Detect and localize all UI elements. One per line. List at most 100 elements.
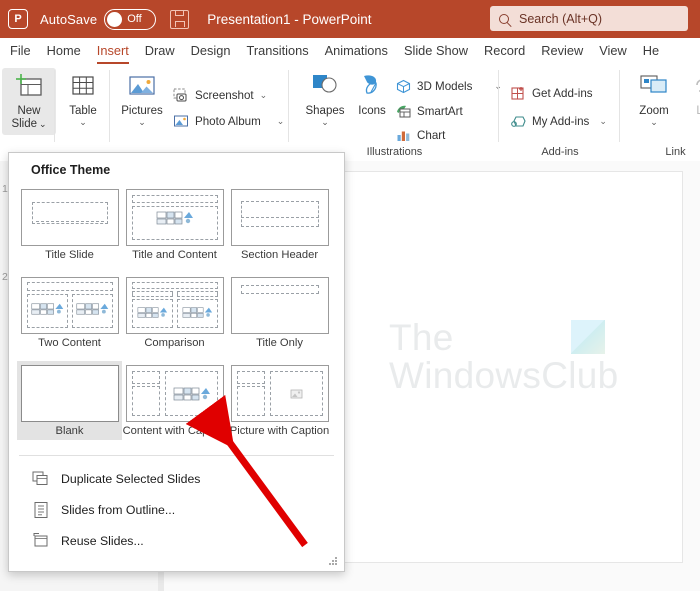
link-button[interactable]: Lin ⌄ <box>677 70 700 126</box>
layout-label: Section Header <box>240 249 319 261</box>
chevron-down-icon[interactable]: ⌄ <box>298 118 352 127</box>
chevron-down-icon[interactable]: ⌄ <box>56 118 110 127</box>
table-icon <box>56 70 110 102</box>
chevron-down-icon[interactable]: ⌄ <box>627 118 681 127</box>
layout-preview <box>125 277 224 334</box>
chart-button[interactable]: Chart <box>395 128 445 143</box>
powerpoint-logo-icon: P <box>8 9 28 29</box>
tab-view[interactable]: View <box>599 43 627 61</box>
3d-models-button[interactable]: 3D Models ⌄ <box>395 79 502 94</box>
chevron-down-icon[interactable]: ⌄ <box>260 90 268 101</box>
layout-two-content[interactable]: Two Content <box>17 273 122 352</box>
layout-content-with-caption[interactable]: Content with Caption <box>122 361 227 440</box>
layout-preview <box>230 277 329 334</box>
photo-album-button[interactable]: Photo Album ⌄ <box>173 114 284 129</box>
smartart-label: SmartArt <box>417 105 463 118</box>
tab-file[interactable]: File <box>10 43 31 61</box>
layout-preview <box>230 189 329 246</box>
reuse-slides-icon <box>31 532 51 550</box>
my-addins-button[interactable]: My Add-ins ⌄ <box>510 114 607 129</box>
tab-animations[interactable]: Animations <box>325 43 388 61</box>
new-slide-button[interactable]: New Slide ⌄ <box>2 68 56 135</box>
chevron-down-icon[interactable]: ⌄ <box>277 116 285 127</box>
new-slide-icon <box>2 70 56 102</box>
menu-item-label: Slides from Outline... <box>61 502 176 517</box>
chart-icon <box>395 128 412 143</box>
save-icon[interactable] <box>170 9 190 29</box>
tab-design[interactable]: Design <box>191 43 231 61</box>
icons-button[interactable]: Icons <box>345 70 399 118</box>
table-button[interactable]: Table ⌄ <box>56 70 110 127</box>
shapes-icon <box>298 70 352 102</box>
tab-help[interactable]: He <box>643 43 659 61</box>
layout-title-only[interactable]: Title Only <box>227 273 332 352</box>
watermark-logo-icon <box>571 320 605 354</box>
tab-draw[interactable]: Draw <box>145 43 175 61</box>
tab-review[interactable]: Review <box>541 43 583 61</box>
link-icon <box>677 70 700 102</box>
layout-label: Title Slide <box>45 249 94 261</box>
group-label-addins: Add-ins <box>541 146 579 158</box>
screenshot-label: Screenshot <box>195 89 254 102</box>
get-addins-label: Get Add-ins <box>532 87 593 100</box>
menu-item-slides-from-outline[interactable]: Slides from Outline... <box>19 494 334 525</box>
layout-picture-with-caption[interactable]: Picture with Caption <box>227 361 332 440</box>
group-divider <box>619 70 620 142</box>
search-input[interactable]: Search (Alt+Q) <box>490 6 688 31</box>
tab-record[interactable]: Record <box>484 43 525 61</box>
ribbon-group-images: Pictures ⌄ Screenshot ⌄ Photo Album ⌄ <box>111 66 289 161</box>
pictures-button[interactable]: Pictures ⌄ <box>115 70 169 127</box>
search-icon <box>499 13 509 24</box>
photo-album-label: Photo Album <box>195 115 261 128</box>
autosave-state: Off <box>127 13 142 25</box>
tab-transitions[interactable]: Transitions <box>247 43 309 61</box>
layout-blank[interactable]: Blank <box>17 361 122 440</box>
layout-comparison[interactable]: Comparison <box>122 273 227 352</box>
tab-insert[interactable]: Insert <box>96 43 129 64</box>
toggle-knob <box>107 11 123 27</box>
smartart-button[interactable]: SmartArt <box>395 104 463 119</box>
layout-title-slide[interactable]: Title Slide <box>17 185 122 264</box>
layout-label: Title Only <box>256 337 303 349</box>
icons-label: Icons <box>358 105 386 117</box>
chevron-down-icon[interactable]: ⌄ <box>115 118 169 127</box>
watermark-line2: WindowsClub <box>389 355 619 396</box>
layout-label: Comparison <box>144 337 205 349</box>
group-divider <box>109 70 110 142</box>
content-placeholder-icon <box>182 307 212 318</box>
photo-album-icon <box>173 114 190 129</box>
group-divider <box>498 70 499 142</box>
layout-label: Content with Caption <box>122 425 227 437</box>
layout-preview <box>230 365 329 422</box>
dropdown-menu: Duplicate Selected Slides Slides from Ou… <box>19 463 334 556</box>
layout-label: Title and Content <box>132 249 217 261</box>
new-slide-dropdown[interactable]: Office Theme Title Slide Title and Conte… <box>8 152 345 572</box>
autosave-toggle[interactable]: Off <box>104 8 157 30</box>
layout-preview <box>20 365 119 422</box>
icons-icon <box>345 70 399 102</box>
office-theme-heading: Office Theme <box>31 163 111 177</box>
layout-label: Picture with Caption <box>229 425 330 437</box>
content-placeholder-icon <box>30 303 63 315</box>
chevron-down-icon[interactable]: ⌄ <box>677 118 700 126</box>
ribbon-group-links: Zoom ⌄ Lin ⌄ Link <box>621 66 700 161</box>
tab-slide-show[interactable]: Slide Show <box>404 43 468 61</box>
menu-item-duplicate-selected-slides[interactable]: Duplicate Selected Slides <box>19 463 334 494</box>
screenshot-button[interactable]: Screenshot ⌄ <box>173 88 267 103</box>
slides-from-outline-icon <box>31 501 51 519</box>
chevron-down-icon[interactable]: ⌄ <box>599 116 607 127</box>
new-slide-label-line2: Slide <box>11 118 38 130</box>
shapes-button[interactable]: Shapes ⌄ <box>298 70 352 127</box>
layout-section-header[interactable]: Section Header <box>227 185 332 264</box>
group-divider <box>54 70 55 142</box>
ribbon-tab-bar: File Home Insert Draw Design Transitions… <box>0 38 700 66</box>
get-addins-button[interactable]: Get Add-ins <box>510 86 593 101</box>
document-title: Presentation1 - PowerPoint <box>207 11 372 27</box>
zoom-button[interactable]: Zoom ⌄ <box>627 70 681 127</box>
chevron-down-icon[interactable]: ⌄ <box>39 118 47 131</box>
menu-item-reuse-slides[interactable]: Reuse Slides... <box>19 525 334 556</box>
content-placeholder-icon <box>137 307 167 318</box>
resize-grip[interactable] <box>329 557 339 567</box>
tab-home[interactable]: Home <box>47 43 81 61</box>
layout-title-and-content[interactable]: Title and Content <box>122 185 227 264</box>
